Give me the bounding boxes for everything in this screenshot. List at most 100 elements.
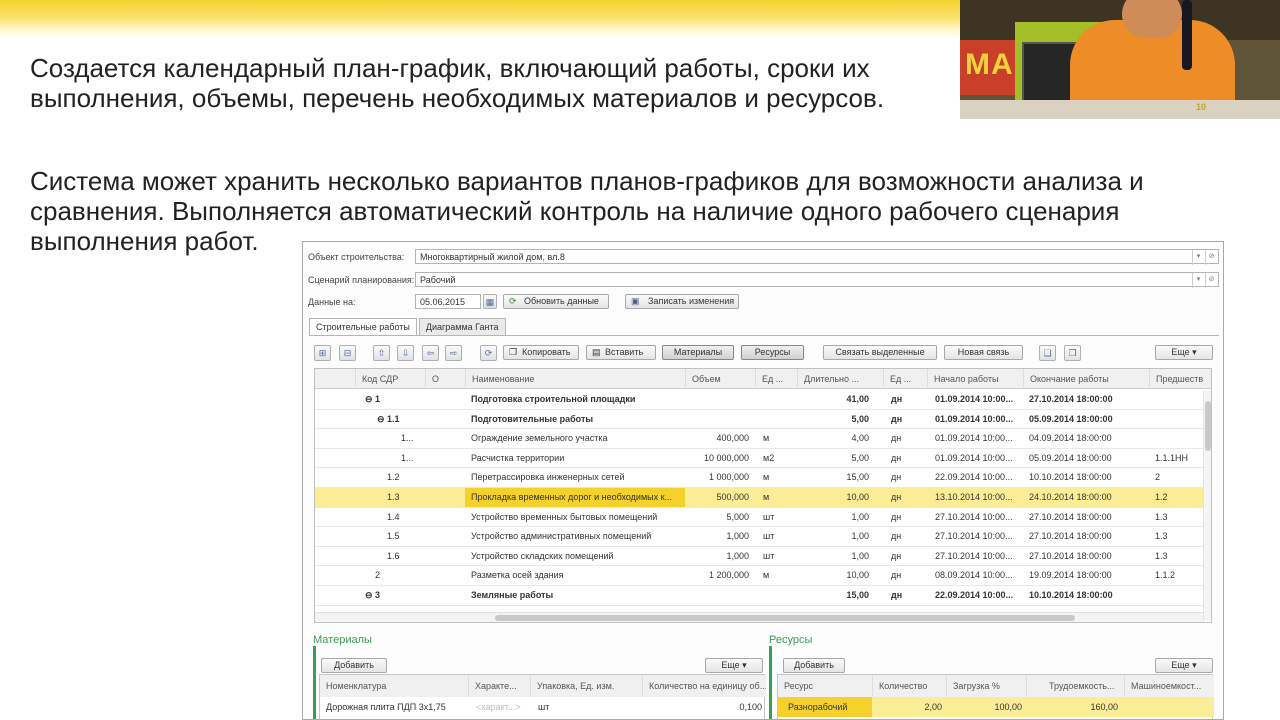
cell-duration-unit[interactable]: дн (891, 449, 923, 468)
cell-start[interactable]: 13.10.2014 10:00... (935, 488, 1021, 507)
resource-machine[interactable] (1124, 697, 1210, 717)
cell-volume[interactable] (685, 390, 749, 409)
cell-duration[interactable]: 10,00 (797, 566, 869, 585)
header-machine[interactable]: Машиноемкост... (1124, 675, 1214, 697)
scrollbar-thumb[interactable] (495, 615, 1075, 621)
header-labor[interactable]: Трудоемкость... (1026, 675, 1124, 697)
cell-name[interactable]: Подготовительные работы (471, 410, 683, 429)
tab-construction-works[interactable]: Строительные работы (309, 318, 417, 336)
cell-code[interactable]: ⊖ 1 (365, 390, 455, 409)
cell-duration-unit[interactable]: дн (891, 566, 923, 585)
tree-expand-icon[interactable]: ⊞ (314, 345, 331, 361)
resource-labor[interactable]: 160,00 (1026, 697, 1118, 717)
materials-add-button[interactable]: Добавить (321, 658, 387, 673)
resource-load[interactable]: 100,00 (946, 697, 1022, 717)
cell-predecessor[interactable] (1155, 390, 1203, 409)
cell-end[interactable]: 19.09.2014 18:00:00 (1029, 566, 1149, 585)
cell-end[interactable]: 04.09.2014 18:00:00 (1029, 429, 1149, 448)
table-row[interactable]: ⊖ 3 Земляные работы 15,00 дн 22.09.2014 10:0… (315, 586, 1211, 606)
cell-duration[interactable]: 15,00 (797, 468, 869, 487)
cell-duration-unit[interactable]: дн (891, 586, 923, 605)
resources-toggle-button[interactable]: Ресурсы (741, 345, 804, 360)
cell-volume[interactable]: 10 000,000 (685, 449, 749, 468)
table-row[interactable]: 1.5 Устройство административных помещений… (315, 527, 1211, 547)
cell-duration[interactable]: 41,00 (797, 390, 869, 409)
cell-start[interactable]: 22.09.2014 10:00... (935, 586, 1021, 605)
cell-unit[interactable]: шт (763, 508, 797, 527)
cell-duration-unit[interactable]: дн (891, 390, 923, 409)
cell-volume[interactable] (685, 410, 749, 429)
materials-table[interactable]: Номенклатура Характе... Упаковка, Ед. из… (319, 674, 766, 719)
cell-duration[interactable]: 15,00 (797, 586, 869, 605)
header-unit[interactable]: Ед ... (755, 369, 797, 389)
header-end[interactable]: Окончание работы (1023, 369, 1149, 389)
table-row[interactable]: 2 Разметка осей здания 1 200,000 м 10,00 дн 08… (315, 566, 1211, 586)
cell-predecessor[interactable]: 1.1.2 (1155, 566, 1203, 585)
cell-start[interactable]: 27.10.2014 10:00... (935, 508, 1021, 527)
open-link-icon[interactable]: ⊘ (1205, 250, 1217, 265)
refresh-icon[interactable]: ⟳ (480, 345, 497, 361)
tab-gantt-chart[interactable]: Диаграмма Ганта (418, 318, 506, 336)
cell-volume[interactable]: 1 200,000 (685, 566, 749, 585)
cell-end[interactable]: 05.09.2014 18:00:00 (1029, 410, 1149, 429)
material-name[interactable]: Дорожная плита ПДП 3х1,75 (326, 697, 466, 717)
cell-volume[interactable]: 1,000 (685, 527, 749, 546)
cell-duration[interactable]: 10,00 (797, 488, 869, 507)
material-characteristic[interactable]: <характ...> (476, 697, 530, 717)
cell-end[interactable]: 27.10.2014 18:00:00 (1029, 547, 1149, 566)
cell-code[interactable]: 2 (375, 566, 465, 585)
scenario-field[interactable]: Рабочий ▾ ⊘ (415, 272, 1219, 288)
cell-volume[interactable]: 400,000 (685, 429, 749, 448)
table-row[interactable]: ⊖ 1 Подготовка строительной площадки 41,00… (315, 390, 1211, 410)
chevron-down-icon[interactable]: ▾ (1192, 250, 1204, 265)
cell-predecessor[interactable] (1155, 586, 1203, 605)
move-right-icon[interactable]: ⇨ (445, 345, 462, 361)
table-row[interactable]: ⊖ 1.1 Подготовительные работы 5,00 дн 01.09.… (315, 410, 1211, 430)
resources-more-button[interactable]: Еще ▾ (1155, 658, 1213, 673)
cell-duration-unit[interactable]: дн (891, 508, 923, 527)
cell-code[interactable]: 1.6 (387, 547, 477, 566)
cell-start[interactable]: 01.09.2014 10:00... (935, 410, 1021, 429)
cell-unit[interactable]: шт (763, 527, 797, 546)
header-nomenclature[interactable]: Номенклатура (320, 675, 468, 697)
cell-name[interactable]: Ограждение земельного участка (471, 429, 683, 448)
materials-toggle-button[interactable]: Материалы (662, 345, 734, 360)
open-link-icon[interactable]: ⊘ (1205, 273, 1217, 288)
works-table[interactable]: Код СДР О Наименование Объем Ед ... Длит… (314, 368, 1212, 623)
cell-code[interactable]: 1.3 (387, 488, 477, 507)
cell-predecessor[interactable]: 1.3 (1155, 547, 1203, 566)
cell-volume[interactable]: 1,000 (685, 547, 749, 566)
header-quantity[interactable]: Количество (872, 675, 946, 697)
cell-duration-unit[interactable]: дн (891, 527, 923, 546)
cell-start[interactable]: 01.09.2014 10:00... (935, 449, 1021, 468)
header-o[interactable]: О (425, 369, 465, 389)
link-selected-button[interactable]: Связать выделенные (823, 345, 937, 360)
cell-end[interactable]: 24.10.2014 18:00:00 (1029, 488, 1149, 507)
cell-code[interactable]: 1.5 (387, 527, 477, 546)
cell-unit[interactable]: м (763, 429, 797, 448)
cell-end[interactable]: 10.10.2014 18:00:00 (1029, 586, 1149, 605)
header-package[interactable]: Упаковка, Ед. изм. (530, 675, 642, 697)
header-predecessor[interactable]: Предшеств (1149, 369, 1203, 389)
cell-name[interactable]: Подготовка строительной площадки (471, 390, 683, 409)
header-duration-unit[interactable]: Ед ... (883, 369, 927, 389)
save-changes-button[interactable]: ▣ Записать изменения (625, 294, 739, 309)
cell-unit[interactable]: м2 (763, 449, 797, 468)
header-load[interactable]: Загрузка % (946, 675, 1026, 697)
cell-name[interactable]: Устройство административных помещений (471, 527, 683, 546)
cell-predecessor[interactable]: 1.3 (1155, 508, 1203, 527)
cell-volume[interactable] (685, 586, 749, 605)
cell-start[interactable]: 27.10.2014 10:00... (935, 527, 1021, 546)
cell-predecessor[interactable]: 1.1.1НН (1155, 449, 1203, 468)
cell-duration[interactable]: 1,00 (797, 547, 869, 566)
cell-start[interactable]: 01.09.2014 10:00... (935, 429, 1021, 448)
cell-unit[interactable] (763, 410, 797, 429)
cell-duration[interactable]: 5,00 (797, 449, 869, 468)
header-start[interactable]: Начало работы (927, 369, 1023, 389)
cell-volume[interactable]: 5,000 (685, 508, 749, 527)
chevron-down-icon[interactable]: ▾ (1192, 273, 1204, 288)
resources-table[interactable]: Ресурс Количество Загрузка % Трудоемкост… (777, 674, 1214, 719)
move-up-icon[interactable]: ⇧ (373, 345, 390, 361)
paste-button[interactable]: ▤ Вставить (586, 345, 656, 360)
new-link-button[interactable]: Новая связь (944, 345, 1023, 360)
